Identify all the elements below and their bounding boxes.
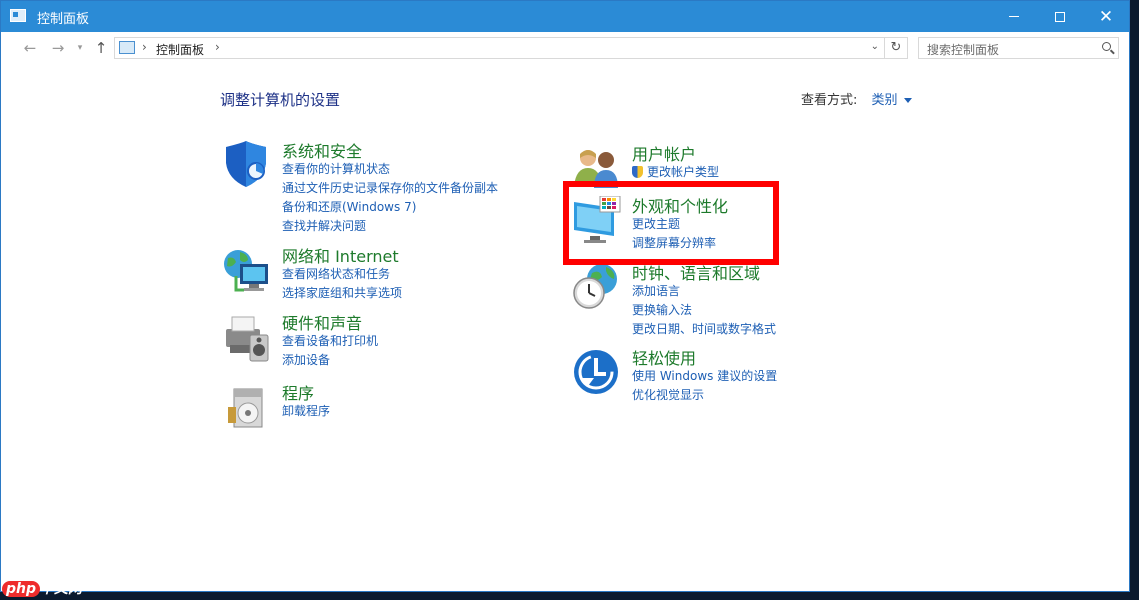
page-title: 调整计算机的设置 xyxy=(220,91,341,109)
link-backup-restore[interactable]: 备份和还原(Windows 7) xyxy=(282,198,498,217)
network-globe-icon xyxy=(224,250,268,292)
chevron-down-icon xyxy=(903,98,912,103)
link-optimize-visual-display[interactable]: 优化视觉显示 xyxy=(632,386,777,405)
control-panel-icon xyxy=(119,41,135,54)
link-view-computer-status[interactable]: 查看你的计算机状态 xyxy=(282,160,498,179)
view-by-label: 查看方式: xyxy=(801,93,858,108)
view-by-dropdown[interactable]: 类别 xyxy=(872,93,912,108)
search-icon[interactable] xyxy=(1102,42,1111,51)
view-by-value: 类别 xyxy=(871,93,898,108)
link-change-input-method[interactable]: 更换输入法 xyxy=(632,301,776,320)
watermark-php: php xyxy=(2,581,41,597)
uac-shield-icon xyxy=(632,166,643,178)
shield-icon xyxy=(226,141,266,187)
category-title[interactable]: 系统和安全 xyxy=(282,138,362,162)
link-change-account-type-label: 更改帐户类型 xyxy=(647,165,720,179)
recent-locations-button[interactable]: ▾ xyxy=(71,39,89,57)
category-title[interactable]: 程序 xyxy=(282,380,314,404)
printer-speaker-icon xyxy=(226,316,269,362)
breadcrumb-control-panel[interactable]: 控制面板 xyxy=(156,41,204,58)
search-input[interactable]: 搜索控制面板 xyxy=(918,37,1119,59)
back-arrow-icon: ← xyxy=(23,39,37,57)
watermark-site: 中文网 xyxy=(40,581,83,597)
close-icon: ✕ xyxy=(1098,6,1114,27)
view-by-control: 查看方式: 类别 xyxy=(801,89,912,108)
search-placeholder: 搜索控制面板 xyxy=(927,43,1000,57)
window-title: 控制面板 xyxy=(37,12,90,27)
programs-icon xyxy=(228,388,263,428)
address-dropdown-icon[interactable]: ⌄ xyxy=(871,41,879,52)
chevron-down-icon: ▾ xyxy=(77,43,83,53)
refresh-button[interactable]: ↻ xyxy=(884,38,907,58)
link-change-account-type[interactable]: 更改帐户类型 xyxy=(632,163,719,182)
link-windows-suggested-settings[interactable]: 使用 Windows 建议的设置 xyxy=(632,367,777,386)
back-button[interactable]: ← xyxy=(21,39,39,57)
close-button[interactable]: ✕ xyxy=(1083,1,1129,32)
address-bar[interactable]: › 控制面板 › ⌄ ↻ xyxy=(114,37,908,59)
clock-globe-icon xyxy=(573,264,617,309)
link-add-device[interactable]: 添加设备 xyxy=(282,351,378,370)
minimize-icon xyxy=(1009,16,1019,17)
maximize-button[interactable] xyxy=(1037,1,1083,32)
control-panel-icon xyxy=(10,9,26,22)
category-title[interactable]: 轻松使用 xyxy=(632,345,696,369)
link-change-date-time-format[interactable]: 更改日期、时间或数字格式 xyxy=(632,320,776,339)
maximize-icon xyxy=(1055,11,1065,22)
minimize-button[interactable] xyxy=(991,1,1037,32)
title-bar: 控制面板 ✕ xyxy=(1,1,1129,32)
category-title[interactable]: 网络和 Internet xyxy=(282,243,399,267)
forward-arrow-icon: → xyxy=(51,39,65,57)
link-file-history-backup[interactable]: 通过文件历史记录保存你的文件备份副本 xyxy=(282,179,498,198)
category-title[interactable]: 硬件和声音 xyxy=(282,310,362,334)
up-arrow-icon: ↑ xyxy=(94,39,108,57)
breadcrumb-separator-icon[interactable]: › xyxy=(142,40,147,54)
site-watermark: php 中文网 xyxy=(2,578,82,598)
forward-button[interactable]: → xyxy=(49,39,67,57)
breadcrumb-separator-icon[interactable]: › xyxy=(215,40,220,54)
link-network-status[interactable]: 查看网络状态和任务 xyxy=(282,265,402,284)
control-panel-window: 控制面板 ✕ ← → ▾ ↑ › 控制面板 › ⌄ ↻ 搜索控制面板 调整计算机… xyxy=(0,0,1130,592)
link-troubleshoot[interactable]: 查找并解决问题 xyxy=(282,217,498,236)
refresh-icon: ↻ xyxy=(890,40,902,55)
ease-of-access-icon xyxy=(574,350,618,394)
category-title[interactable]: 用户帐户 xyxy=(632,141,696,165)
link-homegroup-sharing[interactable]: 选择家庭组和共享选项 xyxy=(282,284,402,303)
link-devices-printers[interactable]: 查看设备和打印机 xyxy=(282,332,378,351)
link-uninstall-program[interactable]: 卸载程序 xyxy=(282,402,330,421)
highlight-box xyxy=(563,181,779,265)
up-button[interactable]: ↑ xyxy=(92,39,110,57)
link-add-language[interactable]: 添加语言 xyxy=(632,282,776,301)
navigation-bar: ← → ▾ ↑ › 控制面板 › ⌄ ↻ 搜索控制面板 xyxy=(1,32,1129,64)
